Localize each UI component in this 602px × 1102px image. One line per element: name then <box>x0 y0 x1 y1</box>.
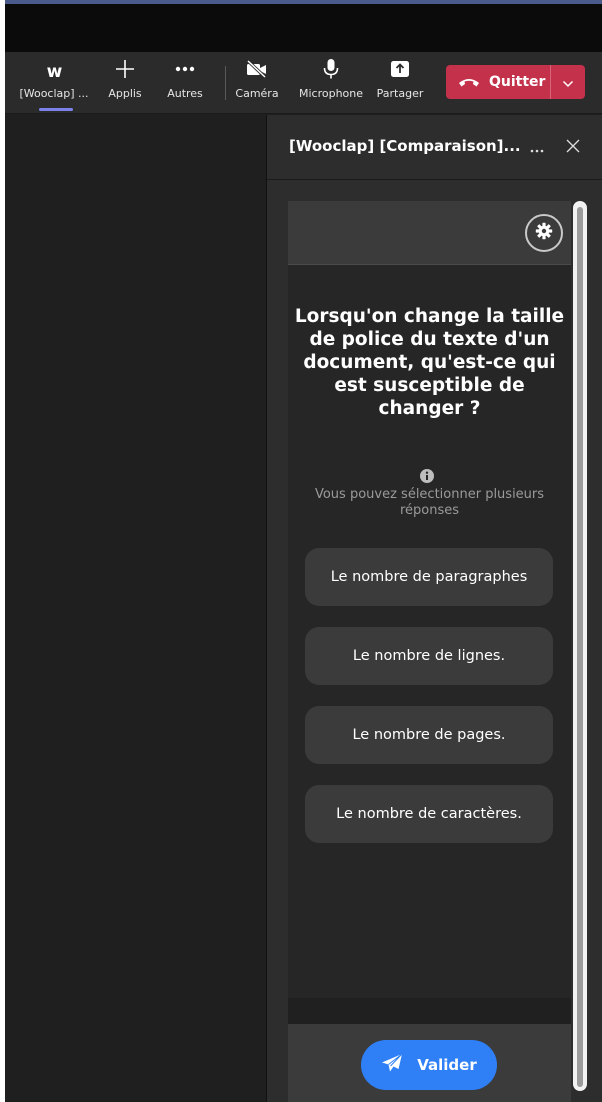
tab-wooclap[interactable]: w [Wooclap] ... <box>13 52 95 114</box>
title-bar <box>5 4 602 52</box>
panel-title: [Wooclap] [Comparaison]... <box>289 137 521 155</box>
more-icon <box>175 52 195 86</box>
camera-button[interactable]: Caméra <box>230 52 284 114</box>
camera-off-icon <box>246 52 268 86</box>
apps-label: Applis <box>108 87 142 100</box>
tab-wooclap-label: [Wooclap] ... <box>19 87 89 100</box>
apps-button[interactable]: Applis <box>100 52 150 114</box>
wooclap-app-frame: Lorsqu'on change la taille de police du … <box>288 201 571 1102</box>
more-button[interactable]: Autres <box>158 52 212 114</box>
share-label: Partager <box>376 87 424 100</box>
multiple-choice-hint: Vous pouvez sélectionner plusieurs répon… <box>314 487 545 518</box>
wooclap-w-icon: w <box>46 62 63 82</box>
panel-header: [Wooclap] [Comparaison]... <box>267 115 602 179</box>
toolbar-divider <box>225 66 226 100</box>
microphone-button[interactable]: Microphone <box>295 52 367 114</box>
meeting-toolbar: w [Wooclap] ... Applis Autres Caméra Mic… <box>5 52 602 114</box>
panel-header-border <box>267 179 602 180</box>
answer-option[interactable]: Le nombre de paragraphes <box>305 548 553 606</box>
quit-button[interactable]: Quitter <box>446 65 550 99</box>
panel-close-button[interactable] <box>561 135 585 159</box>
gear-icon <box>535 222 553 244</box>
quit-options-button[interactable] <box>551 65 585 99</box>
footer-separator <box>288 998 571 1026</box>
share-button[interactable]: Partager <box>372 52 428 114</box>
submit-label: Valider <box>417 1056 477 1074</box>
ellipsis-icon <box>530 138 544 157</box>
answer-option[interactable]: Le nombre de pages. <box>305 706 553 764</box>
active-tab-indicator <box>39 108 73 111</box>
info-icon <box>419 468 435 484</box>
close-icon <box>566 138 580 157</box>
meeting-stage <box>5 115 266 1102</box>
plus-icon <box>114 52 136 86</box>
submit-footer: Valider <box>288 1024 571 1102</box>
microphone-icon <box>323 52 339 86</box>
quit-button-group: Quitter <box>446 65 585 99</box>
more-label: Autres <box>167 87 203 100</box>
share-icon <box>390 52 410 86</box>
phone-hangup-icon <box>458 73 480 92</box>
camera-label: Caméra <box>235 87 279 100</box>
quit-separator <box>550 65 551 99</box>
microphone-label: Microphone <box>298 87 364 100</box>
wooclap-top-bar <box>288 201 571 265</box>
settings-button[interactable] <box>525 214 563 252</box>
question-text: Lorsqu'on change la taille de police du … <box>294 306 565 419</box>
answer-option[interactable]: Le nombre de lignes. <box>305 627 553 685</box>
scrollbar-thumb[interactable] <box>577 207 583 1087</box>
wooclap-side-panel: [Wooclap] [Comparaison]... Lorsqu'on cha… <box>267 115 602 1102</box>
panel-more-button[interactable] <box>525 135 549 159</box>
submit-button[interactable]: Valider <box>361 1040 497 1090</box>
teams-meeting-window: w [Wooclap] ... Applis Autres Caméra Mic… <box>5 0 602 1102</box>
quit-label: Quitter <box>489 74 546 90</box>
chevron-down-icon <box>562 73 574 92</box>
answer-option[interactable]: Le nombre de caractères. <box>305 785 553 843</box>
paper-plane-icon <box>381 1053 403 1077</box>
